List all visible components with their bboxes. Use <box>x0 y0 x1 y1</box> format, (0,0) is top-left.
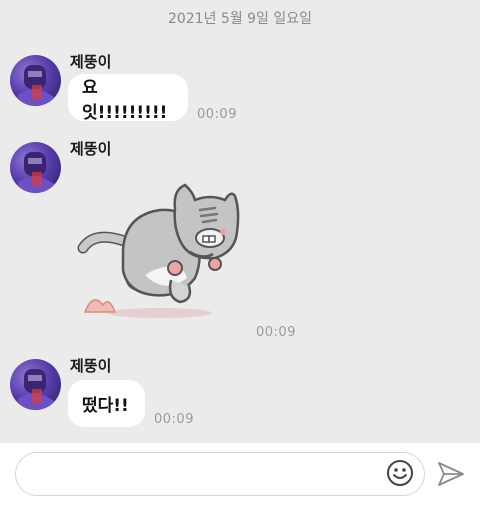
paper-plane-icon[interactable] <box>436 459 466 489</box>
message-time: 00:09 <box>256 325 296 340</box>
sender-name: 제뚱이 <box>70 140 112 158</box>
running-cat-sticker[interactable] <box>75 180 250 325</box>
date-header: 2021년 5월 9일 일요일 <box>167 11 313 27</box>
message-input[interactable] <box>15 452 425 496</box>
message-time: 00:09 <box>197 107 237 122</box>
avatar[interactable] <box>10 55 61 106</box>
message-bubble[interactable]: 요잇!!!!!!!!! <box>68 74 188 123</box>
message-bubble[interactable]: 떴다!! <box>68 380 145 427</box>
sender-name: 제뚱이 <box>70 53 112 71</box>
smiley-icon[interactable] <box>386 459 414 487</box>
avatar[interactable] <box>10 359 61 410</box>
sender-name: 제뚱이 <box>70 357 112 375</box>
avatar[interactable] <box>10 142 61 193</box>
message-time: 00:09 <box>154 412 194 427</box>
chat-area: 2021년 5월 9일 일요일 제뚱이 요잇!!!!!!!!! 00:09 제뚱… <box>0 0 480 443</box>
